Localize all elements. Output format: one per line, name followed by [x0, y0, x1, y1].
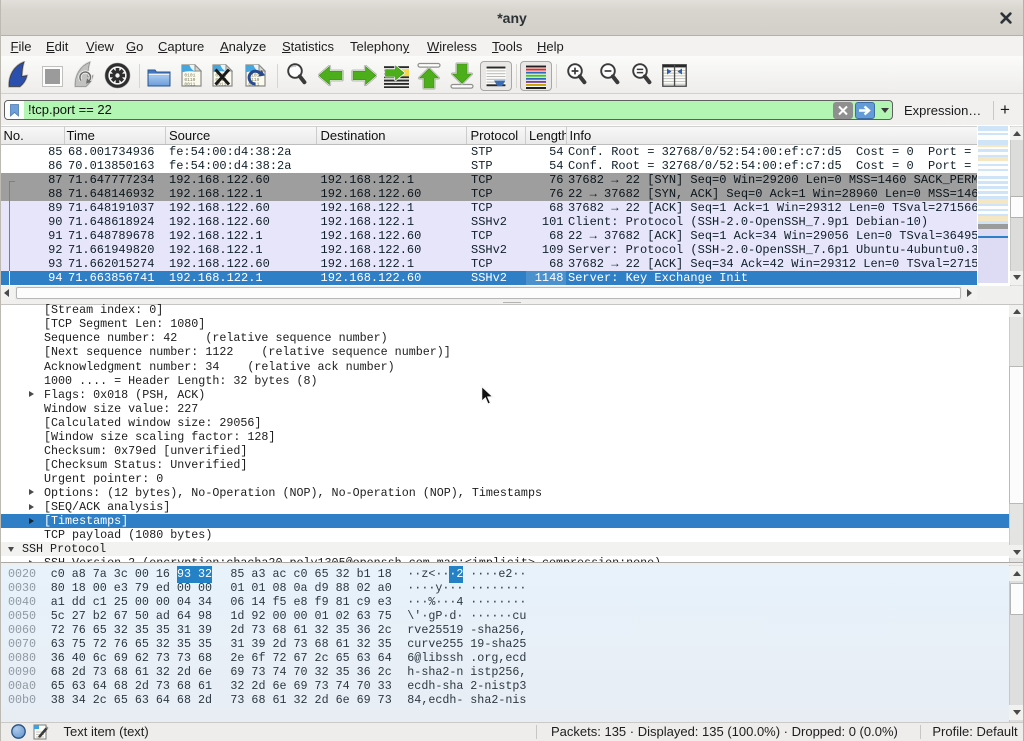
- svg-text:0011: 0011: [184, 81, 195, 87]
